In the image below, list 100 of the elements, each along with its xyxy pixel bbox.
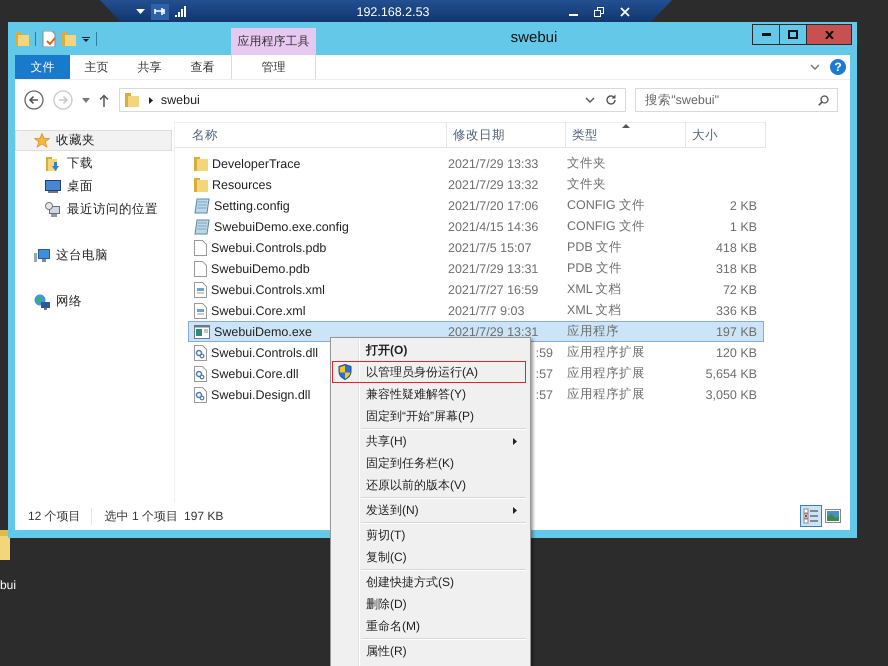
search-input[interactable]: 搜索"swebui" [645, 93, 818, 107]
ribbon-tab[interactable]: 查看 [176, 55, 229, 79]
connection-address: 192.168.2.53 [356, 4, 430, 18]
type-cell-text: 文件夹 [567, 176, 607, 193]
menu-item[interactable]: 兼容性疑难解答(Y) [332, 383, 526, 405]
menu-item[interactable]: 剪切(T) [332, 524, 526, 546]
minimize-button[interactable] [752, 24, 779, 45]
help-button[interactable]: ? [830, 59, 846, 75]
column-header[interactable]: 类型 [566, 122, 686, 148]
star-icon [34, 132, 50, 148]
menu-item[interactable]: 删除(D) [332, 593, 526, 615]
file-name: DeveloperTrace [212, 156, 300, 170]
type-cell-text: XML 文档 [567, 302, 623, 319]
details-view-icon [803, 508, 819, 524]
shield-icon [338, 364, 352, 380]
nav-label: 桌面 [67, 178, 93, 195]
search-box[interactable]: 搜索"swebui" [635, 88, 838, 112]
folder-icon [194, 156, 208, 172]
details-view-button[interactable] [800, 505, 822, 527]
size-cell: 1 KB [730, 220, 757, 234]
nav-item[interactable]: 这台电脑 [15, 245, 172, 266]
selection-count: 选中 1 个项目 [90, 508, 184, 524]
caret-icon[interactable] [82, 98, 90, 102]
nav-item[interactable]: 网络 [15, 291, 172, 312]
menu-item[interactable]: 固定到任务栏(K) [332, 452, 526, 474]
breadcrumb-arrow-icon[interactable] [148, 96, 153, 104]
menu-item[interactable]: 打开(O) [332, 339, 526, 361]
nav-label: 最近访问的位置 [67, 201, 158, 218]
close-button[interactable] [806, 24, 852, 45]
application-icon [194, 324, 210, 338]
menu-item[interactable]: 共享(H) [332, 430, 526, 452]
type-cell-text: PDB 文件 [567, 239, 624, 256]
monitor-icon [45, 180, 61, 193]
chevron-icon[interactable] [585, 97, 596, 103]
date-cell: 2021/4/15 14:36 [448, 220, 538, 234]
submenu-arrow-icon [513, 438, 517, 445]
file-name: Setting.config [214, 198, 290, 212]
ribbon-tab[interactable]: 主页 [70, 55, 123, 79]
ribbon-tab[interactable]: 管理 [231, 55, 316, 79]
computer-icon [34, 248, 50, 263]
back-button[interactable] [24, 90, 44, 110]
chevron-icon[interactable] [810, 64, 820, 70]
restore-icon[interactable] [594, 6, 604, 16]
menu-item[interactable]: 属性(R) [332, 640, 526, 662]
column-header[interactable]: 修改日期 [447, 122, 566, 148]
file-row[interactable]: SwebuiDemo.exe 2021/7/29 13:31 应用程序 197 KB [188, 321, 764, 342]
close-icon[interactable] [620, 6, 630, 16]
desktop-icon-label[interactable]: bui [0, 578, 16, 592]
ribbon-tab[interactable]: 共享 [123, 55, 176, 79]
type-cell-text: CONFIG 文件 [567, 218, 646, 235]
ribbon-tab[interactable]: 文件 [15, 55, 70, 79]
caret-icon[interactable] [136, 9, 145, 14]
folder-icon [124, 92, 139, 108]
menu-item[interactable]: 重命名(M) [332, 615, 526, 637]
refresh-icon[interactable] [605, 94, 618, 106]
date-cell: 2021/7/29 13:32 [448, 178, 538, 192]
gear-page-icon [194, 366, 207, 382]
file-name: Swebui.Controls.pdb [211, 240, 326, 254]
gear-page-icon [194, 344, 207, 360]
maximize-icon [788, 30, 798, 39]
menu-item[interactable]: 复制(C) [332, 546, 526, 568]
file-name: Swebui.Design.dll [211, 388, 310, 402]
pin-icon[interactable] [151, 4, 169, 20]
folder-icon[interactable] [0, 528, 10, 562]
download-folder-icon [45, 156, 61, 172]
menu-item[interactable]: 以管理员身份运行(A) [332, 361, 526, 383]
menu-item[interactable]: 创建快捷方式(S) [332, 571, 526, 593]
selection-size: 197 KB [184, 509, 224, 523]
menu-item[interactable]: 发送到(N) [332, 499, 526, 521]
caret-icon[interactable] [82, 34, 90, 42]
menu-item[interactable]: 还原以前的版本(V) [332, 474, 526, 496]
size-cell: 418 KB [716, 240, 757, 254]
address-bar[interactable]: swebui [118, 88, 626, 112]
folder-icon [194, 176, 208, 192]
date-cell: 2021/7/29 13:31 [448, 324, 538, 338]
date-cell: 2021/7/20 17:06 [448, 198, 538, 212]
nav-item[interactable]: 下载 [15, 153, 172, 174]
page-icon [194, 240, 207, 256]
up-arrow-icon[interactable] [98, 94, 109, 106]
nav-label: 这台电脑 [56, 247, 108, 264]
menu-item[interactable]: 固定到“开始”屏幕(P) [332, 405, 526, 427]
nav-item[interactable]: 收藏夹 [15, 130, 172, 151]
size-cell: 2 KB [730, 198, 757, 212]
type-cell-text: 应用程序扩展 [567, 386, 646, 403]
size-cell: 5,654 KB [706, 366, 757, 380]
maximize-button[interactable] [779, 24, 806, 45]
search-icon[interactable] [818, 94, 829, 106]
size-cell: 3,050 KB [706, 388, 757, 402]
thumbnail-view-icon [825, 509, 841, 523]
submenu-arrow-icon [513, 507, 517, 514]
file-name: Swebui.Controls.dll [211, 346, 318, 360]
nav-item[interactable]: 最近访问的位置 [15, 199, 172, 220]
file-name: SwebuiDemo.pdb [211, 262, 310, 276]
breadcrumb[interactable]: swebui [160, 93, 200, 107]
size-cell: 72 KB [722, 282, 757, 296]
date-cell: 2021/7/5 15:07 [448, 240, 532, 254]
properties-icon[interactable] [42, 30, 56, 46]
nav-item[interactable]: 桌面 [15, 176, 172, 197]
column-header[interactable]: 大小 [686, 122, 766, 148]
column-header[interactable]: 名称 [175, 122, 447, 148]
